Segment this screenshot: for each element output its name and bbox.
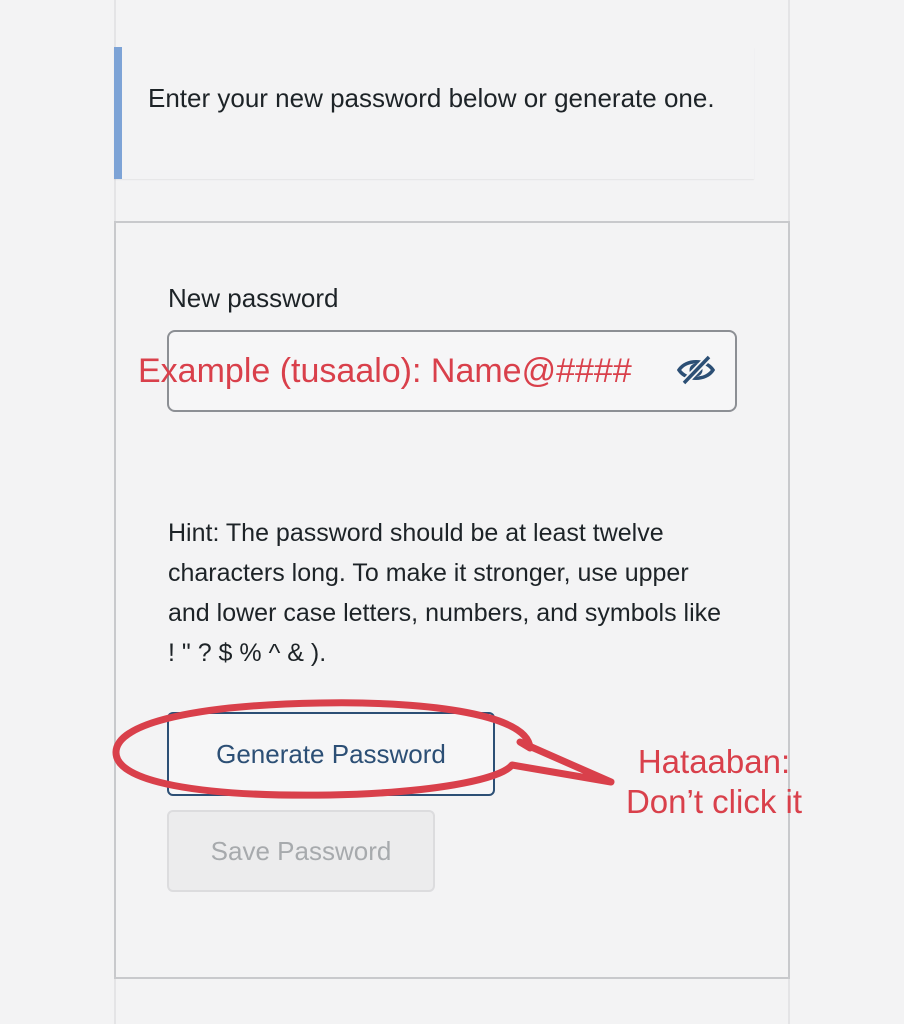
info-message-text: Enter your new password below or generat… <box>148 83 715 113</box>
password-hint: Hint: The password should be at least tw… <box>168 519 722 667</box>
toggle-password-visibility-button[interactable] <box>672 350 720 394</box>
save-password-button: Save Password <box>167 810 435 892</box>
generate-password-button[interactable]: Generate Password <box>167 712 495 796</box>
new-password-input[interactable] <box>169 332 649 410</box>
eye-slash-icon <box>676 354 716 391</box>
new-password-label: New password <box>168 283 339 313</box>
new-password-field[interactable] <box>167 330 737 412</box>
info-message: Enter your new password below or generat… <box>114 47 754 179</box>
